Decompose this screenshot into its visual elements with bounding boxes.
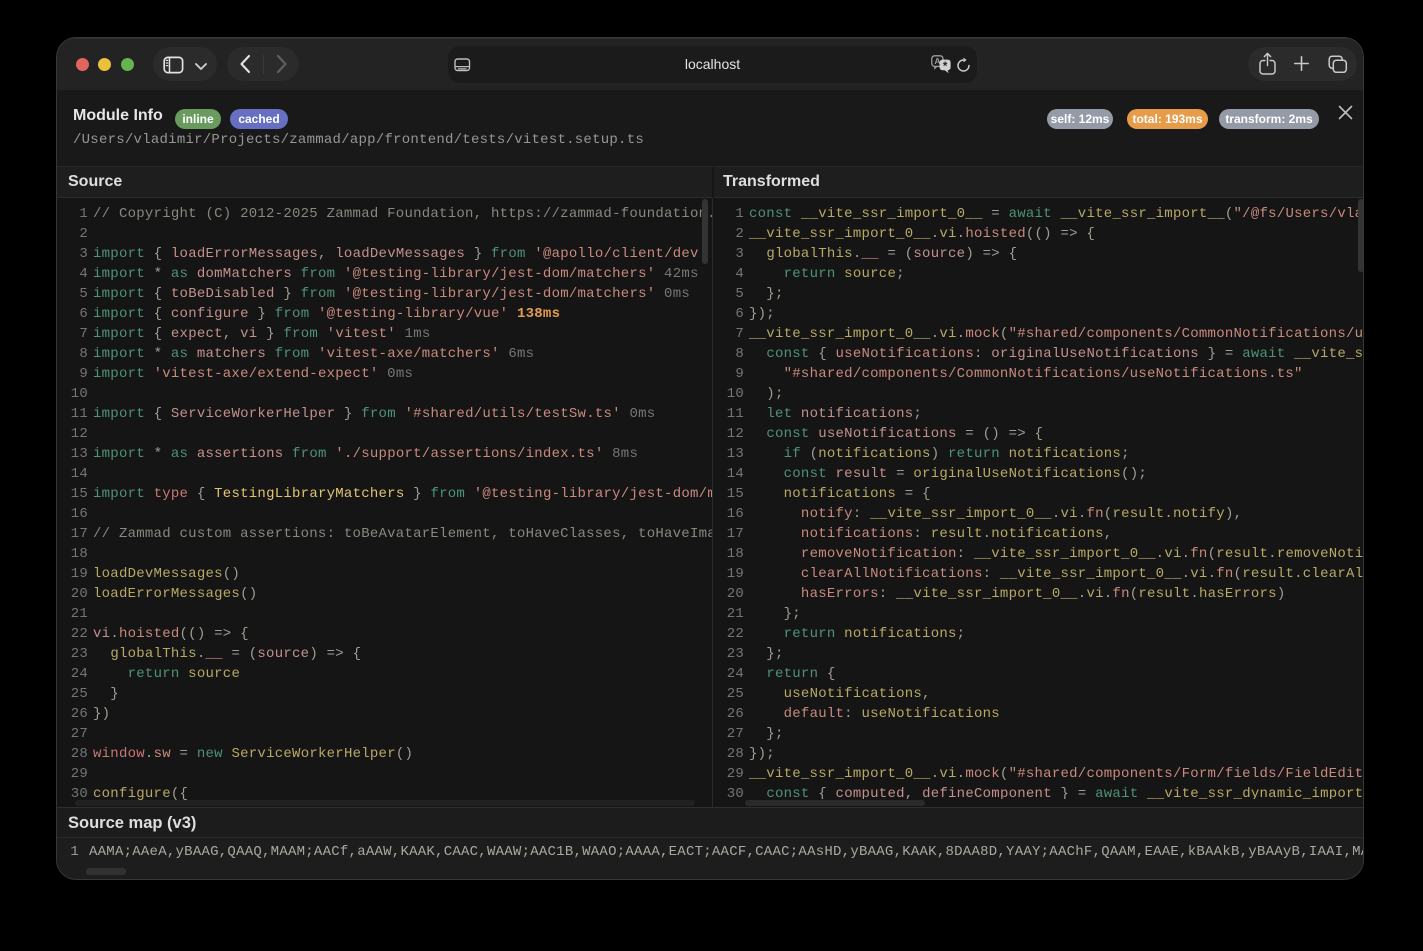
svg-text:*: * (943, 61, 948, 73)
svg-text:A: A (934, 56, 940, 66)
